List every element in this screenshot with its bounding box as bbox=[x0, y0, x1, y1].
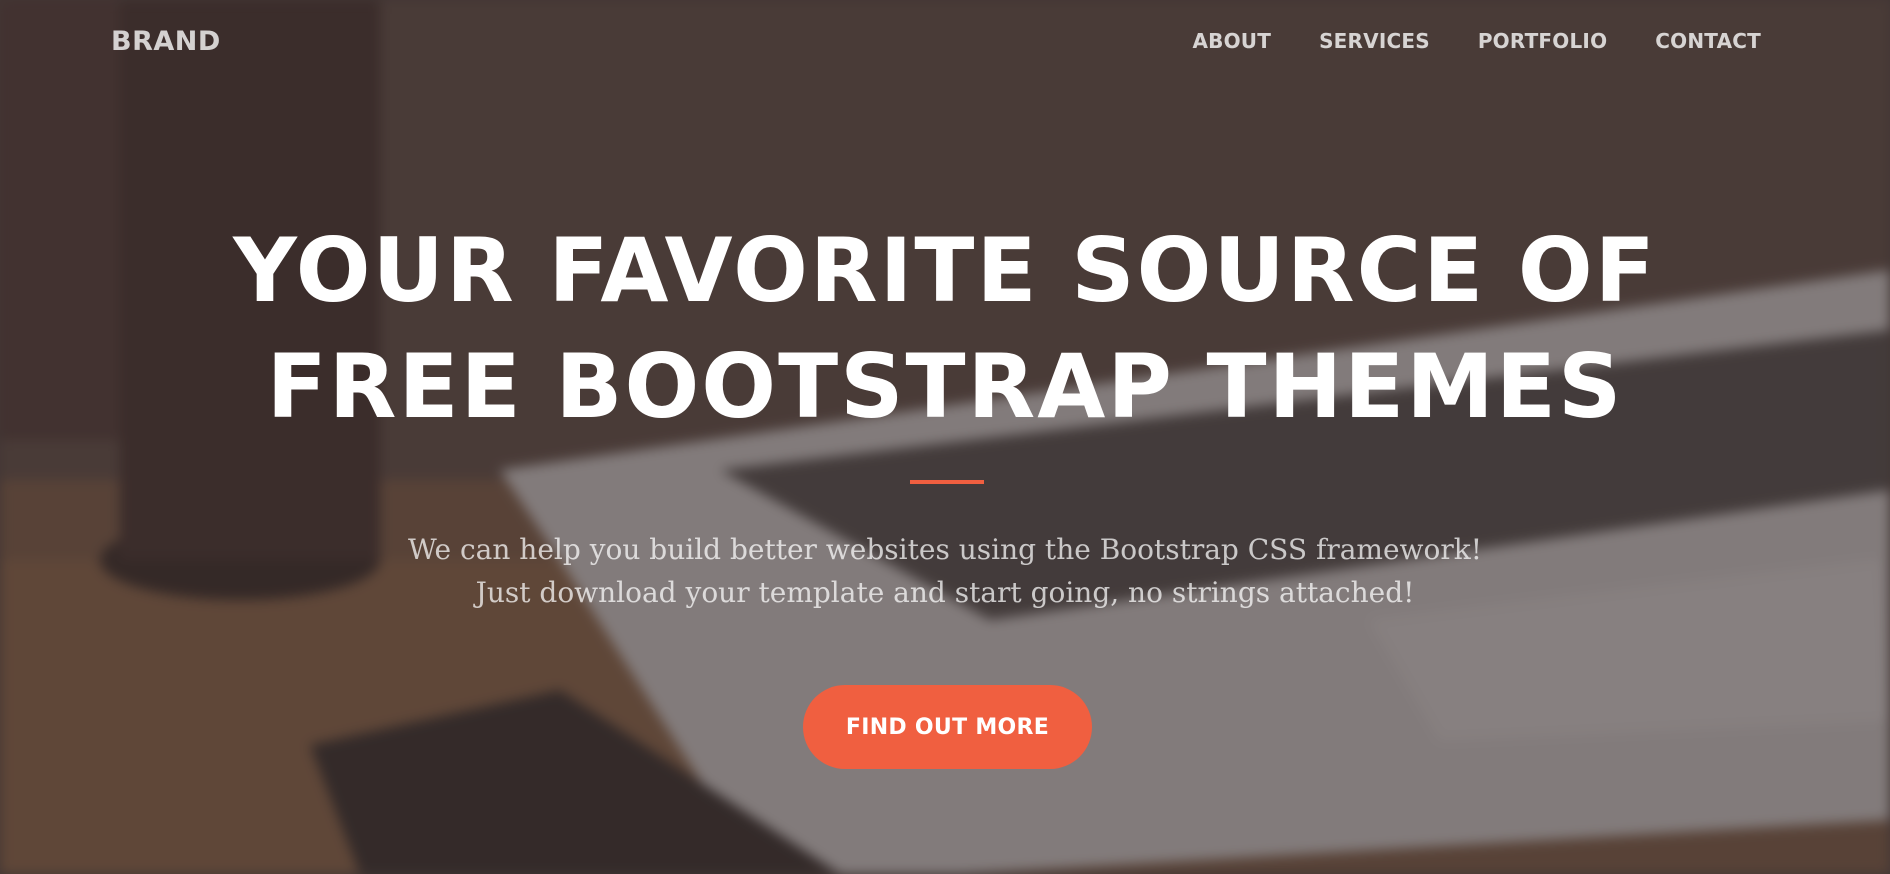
hero-title-line-2: FREE BOOTSTRAP THEMES bbox=[266, 335, 1624, 438]
hero-title: YOUR FAVORITE SOURCE OF FREE BOOTSTRAP T… bbox=[0, 213, 1890, 445]
hero-section: BRAND ABOUT SERVICES PORTFOLIO CONTACT Y… bbox=[0, 0, 1890, 874]
hero-description: We can help you build better websites us… bbox=[408, 533, 1482, 609]
hero-content: YOUR FAVORITE SOURCE OF FREE BOOTSTRAP T… bbox=[0, 0, 1890, 874]
hero-title-line-1: YOUR FAVORITE SOURCE OF bbox=[233, 219, 1657, 322]
find-out-more-button[interactable]: FIND OUT MORE bbox=[803, 685, 1092, 769]
title-divider bbox=[910, 480, 984, 484]
